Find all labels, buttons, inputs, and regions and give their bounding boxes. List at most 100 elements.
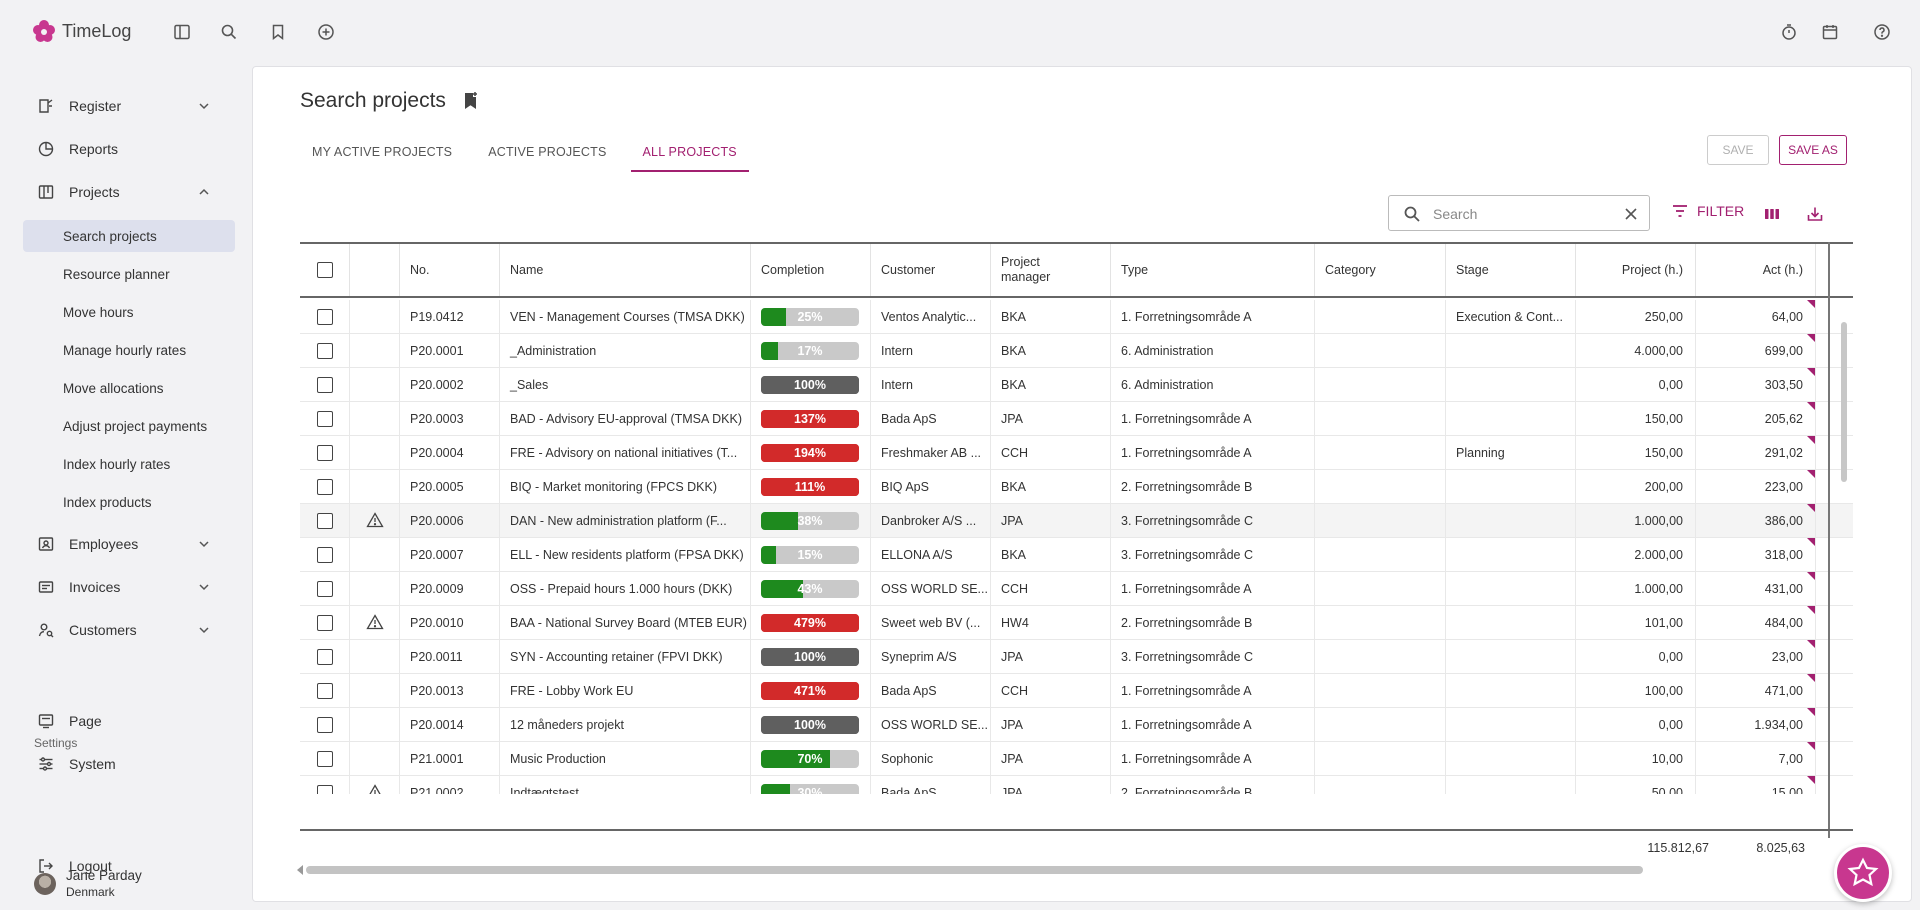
header-name[interactable]: Name [500, 244, 751, 296]
row-checkbox[interactable] [317, 649, 333, 665]
row-checkbox[interactable] [317, 309, 333, 325]
tab-all-projects[interactable]: ALL PROJECTS [630, 134, 749, 172]
table-row[interactable]: P20.0011 SYN - Accounting retainer (FPVI … [300, 640, 1853, 674]
project-name[interactable]: BIQ - Market monitoring (FPCS DKK) [500, 470, 751, 504]
row-checkbox[interactable] [317, 751, 333, 767]
help-assistant-button[interactable] [1834, 844, 1892, 902]
row-checkbox[interactable] [317, 411, 333, 427]
project-name[interactable]: SYN - Accounting retainer (FPVI DKK) [500, 640, 751, 674]
table-row[interactable]: P20.0004 FRE - Advisory on national initi… [300, 436, 1853, 470]
warning-icon[interactable] [365, 511, 384, 531]
sidebar-sub-search-projects[interactable]: Search projects [23, 220, 235, 252]
bookmark-add-icon[interactable] [461, 91, 481, 111]
row-checkbox[interactable] [317, 615, 333, 631]
sidebar-item-projects[interactable]: Projects [24, 175, 234, 209]
table-row[interactable]: P19.0412 VEN - Management Courses (TMSA D… [300, 300, 1853, 334]
download-icon[interactable] [1806, 205, 1824, 223]
project-name[interactable]: BAD - Advisory EU-approval (TMSA DKK) [500, 402, 751, 436]
sidebar-sub-resource-planner[interactable]: Resource planner [23, 258, 235, 290]
row-checkbox[interactable] [317, 717, 333, 733]
header-completion[interactable]: Completion [751, 244, 871, 296]
clear-search-icon[interactable] [1623, 206, 1639, 222]
project-name[interactable]: Music Production [500, 742, 751, 776]
row-checkbox[interactable] [317, 513, 333, 529]
row-checkbox[interactable] [317, 581, 333, 597]
table-row[interactable]: P20.0002 _Sales 100% Intern BKA 6. Administra… [300, 368, 1853, 402]
sidebar-sub-index-products[interactable]: Index products [23, 486, 235, 518]
sidebar-toggle-icon[interactable] [172, 22, 192, 42]
sidebar-sub-move-hours[interactable]: Move hours [23, 296, 235, 328]
sidebar-item-reports[interactable]: Reports [24, 132, 234, 166]
table-row[interactable]: P20.0006 DAN - New administration platfor… [300, 504, 1853, 538]
project-name[interactable]: 12 måneders projekt [500, 708, 751, 742]
project-name[interactable]: DAN - New administration platform (F... [500, 504, 751, 538]
save-button[interactable]: SAVE [1707, 135, 1769, 165]
header-project-hours[interactable]: Project (h.) [1576, 244, 1696, 296]
add-circle-icon[interactable] [316, 22, 336, 42]
row-checkbox[interactable] [317, 343, 333, 359]
table-row[interactable]: P21.0002 Indtægtstest 30% Bada ApS JPA 2. For… [300, 776, 1853, 794]
project-name[interactable]: _Administration [500, 334, 751, 368]
table-row[interactable]: P20.0010 BAA - National Survey Board (MTE… [300, 606, 1853, 640]
logout-button[interactable]: Logout [24, 849, 234, 883]
save-as-button[interactable]: SAVE AS [1779, 135, 1847, 165]
columns-icon[interactable] [1763, 205, 1781, 223]
row-checkbox[interactable] [317, 547, 333, 563]
sidebar-item-invoices[interactable]: Invoices [24, 570, 234, 604]
scrollbar-thumb[interactable] [1841, 322, 1847, 482]
table-row[interactable]: P20.0007 ELL - New residents platform (FP… [300, 538, 1853, 572]
warning-icon[interactable] [365, 613, 384, 633]
header-customer[interactable]: Customer [871, 244, 991, 296]
project-name[interactable]: Indtægtstest [500, 776, 751, 794]
table-row[interactable]: P20.0013 FRE - Lobby Work EU 471% Bada ApS C… [300, 674, 1853, 708]
project-name[interactable]: FRE - Advisory on national initiatives (… [500, 436, 751, 470]
table-row[interactable]: P21.0001 Music Production 70% Sophonic JPA 1.… [300, 742, 1853, 776]
table-row[interactable]: P20.0005 BIQ - Market monitoring (FPCS DK… [300, 470, 1853, 504]
header-no[interactable]: No. [400, 244, 500, 296]
sidebar-sub-index-hourly-rates[interactable]: Index hourly rates [23, 448, 235, 480]
header-category[interactable]: Category [1315, 244, 1446, 296]
sidebar-item-page[interactable]: Page [24, 704, 234, 738]
table-row[interactable]: P20.0003 BAD - Advisory EU-approval (TMSA… [300, 402, 1853, 436]
vertical-scrollbar[interactable] [1840, 310, 1848, 830]
search-input[interactable] [1433, 204, 1603, 224]
table-row[interactable]: P20.0001 _Administration 17% Intern BKA 6. Ad… [300, 334, 1853, 368]
header-stage[interactable]: Stage [1446, 244, 1576, 296]
calendar-icon[interactable] [1820, 22, 1840, 42]
project-name[interactable]: OSS - Prepaid hours 1.000 hours (DKK) [500, 572, 751, 606]
header-project-manager[interactable]: Project manager [991, 244, 1111, 296]
tab-my-active-projects[interactable]: MY ACTIVE PROJECTS [300, 134, 464, 172]
sidebar-sub-adjust-project-payments[interactable]: Adjust project payments [23, 410, 235, 442]
help-icon[interactable] [1872, 22, 1892, 42]
bookmark-icon[interactable] [268, 22, 288, 42]
sidebar-item-system[interactable]: System [24, 747, 234, 781]
filter-button[interactable]: FILTER [1671, 202, 1744, 220]
header-type[interactable]: Type [1111, 244, 1315, 296]
select-all-checkbox[interactable] [317, 262, 333, 278]
sidebar-sub-move-allocations[interactable]: Move allocations [23, 372, 235, 404]
sidebar-sub-manage-hourly-rates[interactable]: Manage hourly rates [23, 334, 235, 366]
horizontal-scrollbar[interactable] [306, 866, 1643, 874]
project-name[interactable]: _Sales [500, 368, 751, 402]
row-checkbox[interactable] [317, 377, 333, 393]
sidebar-item-register[interactable]: Register [24, 89, 234, 123]
table-row[interactable]: P20.0009 OSS - Prepaid hours 1.000 hours … [300, 572, 1853, 606]
project-name[interactable]: BAA - National Survey Board (MTEB EUR) [500, 606, 751, 640]
project-name[interactable]: VEN - Management Courses (TMSA DKK) [500, 300, 751, 334]
row-checkbox[interactable] [317, 479, 333, 495]
row-checkbox[interactable] [317, 785, 333, 794]
sidebar-item-employees[interactable]: Employees [24, 527, 234, 561]
row-checkbox[interactable] [317, 683, 333, 699]
search-icon[interactable] [219, 22, 239, 42]
project-name[interactable]: FRE - Lobby Work EU [500, 674, 751, 708]
tab-active-projects[interactable]: ACTIVE PROJECTS [476, 134, 618, 172]
project-name[interactable]: ELL - New residents platform (FPSA DKK) [500, 538, 751, 572]
warning-icon[interactable] [366, 783, 384, 794]
scroll-left-arrow[interactable] [297, 865, 303, 875]
header-actual-hours[interactable]: Act (h.) [1696, 244, 1816, 296]
row-checkbox[interactable] [317, 445, 333, 461]
timelog-logo[interactable]: TimeLog [32, 19, 131, 43]
timer-icon[interactable] [1779, 22, 1799, 42]
table-row[interactable]: P20.0014 12 måneders projekt 100% OSS WORLD… [300, 708, 1853, 742]
sidebar-item-customers[interactable]: Customers [24, 613, 234, 647]
